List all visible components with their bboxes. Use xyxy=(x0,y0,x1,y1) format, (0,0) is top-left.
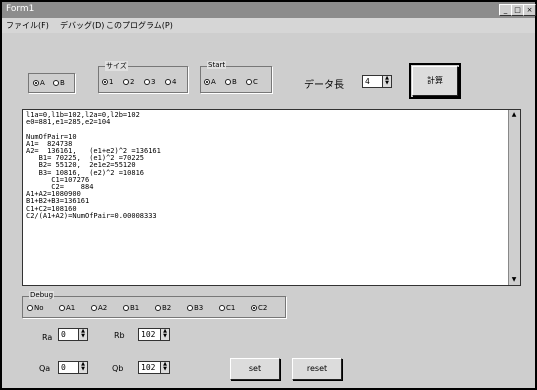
radio-dot xyxy=(102,79,108,85)
radio-dot xyxy=(53,80,59,86)
output-line: e0=881,e1=285,e2=104 xyxy=(26,118,111,127)
output-line: C2/(A1+A2)=NumOfPair=0.00008333 xyxy=(26,211,157,220)
ra-spinner[interactable]: 0 ▲ ▼ xyxy=(58,328,88,341)
reset-button[interactable]: reset xyxy=(292,358,342,380)
calc-button[interactable]: 計算 xyxy=(409,63,461,99)
start-group: Start A B C xyxy=(200,61,272,93)
qa-label: Qa xyxy=(39,364,51,373)
radio-label: 3 xyxy=(151,78,156,86)
debug-radio-a2[interactable]: A2 xyxy=(91,304,107,312)
start-radio-b[interactable]: B xyxy=(225,78,237,86)
radio-label: B xyxy=(60,79,65,87)
scroll-down-icon[interactable]: ▼ xyxy=(510,276,518,284)
spinner-arrows-icon[interactable]: ▲ ▼ xyxy=(78,362,87,373)
radio-label: A2 xyxy=(98,304,108,312)
debug-group: Debug No A1 A2 B1 B2 B3 C1 C2 xyxy=(22,291,286,318)
size-radio-3[interactable]: 3 xyxy=(144,78,155,86)
output-scrollbar[interactable]: ▲ ▼ xyxy=(508,110,520,285)
close-button[interactable]: × xyxy=(523,4,536,16)
rb-spinner[interactable]: 102 ▲ ▼ xyxy=(138,328,170,341)
ra-value: 0 xyxy=(61,330,66,339)
spinner-arrows-icon[interactable]: ▲ ▼ xyxy=(78,329,87,340)
radio-label: C xyxy=(253,78,258,86)
data-length-value: 4 xyxy=(365,77,370,86)
menu-debug[interactable]: デバッグ(D) xyxy=(60,20,104,31)
rb-value: 102 xyxy=(141,330,156,339)
qb-label: Qb xyxy=(112,364,124,373)
rb-label: Rb xyxy=(114,331,125,340)
radio-dot xyxy=(59,305,65,311)
radio-label: A1 xyxy=(66,304,76,312)
mode-radio-a[interactable]: A xyxy=(33,79,45,87)
debug-radio-b1[interactable]: B1 xyxy=(123,304,139,312)
radio-label: C2 xyxy=(258,304,268,312)
radio-dot xyxy=(27,305,33,311)
spinner-arrows-icon[interactable]: ▲ ▼ xyxy=(382,76,391,87)
mode-group: A B xyxy=(28,73,75,93)
debug-radio-a1[interactable]: A1 xyxy=(59,304,75,312)
size-radio-4[interactable]: 4 xyxy=(165,78,176,86)
qa-spinner[interactable]: 0 ▲ ▼ xyxy=(58,361,88,374)
debug-group-label: Debug xyxy=(29,291,55,299)
radio-label: No xyxy=(34,304,44,312)
radio-dot xyxy=(123,305,129,311)
radio-dot xyxy=(251,305,257,311)
radio-dot xyxy=(33,80,39,86)
radio-label: 1 xyxy=(109,78,114,86)
title-bar: Form1 _ □ × xyxy=(2,2,536,18)
debug-radio-b2[interactable]: B2 xyxy=(155,304,171,312)
set-button[interactable]: set xyxy=(230,358,280,380)
radio-label: A xyxy=(211,78,216,86)
output-text: l1a=0,l1b=102,l2a=0,l2b=102 e0=881,e1=28… xyxy=(23,110,520,222)
debug-radio-c2[interactable]: C2 xyxy=(251,304,267,312)
size-group: サイズ 1 2 3 4 xyxy=(98,61,188,93)
menu-program[interactable]: このプログラム(P) xyxy=(106,20,173,31)
data-length-spinner[interactable]: 4 ▲ ▼ xyxy=(362,75,392,88)
radio-label: 4 xyxy=(172,78,177,86)
radio-dot xyxy=(246,79,252,85)
spinner-arrows-icon[interactable]: ▲ ▼ xyxy=(160,329,169,340)
radio-dot xyxy=(219,305,225,311)
radio-dot xyxy=(204,79,210,85)
radio-label: 2 xyxy=(130,78,135,86)
radio-dot xyxy=(165,79,171,85)
start-group-label: Start xyxy=(207,61,227,69)
menu-file[interactable]: ファイル(F) xyxy=(6,20,49,31)
radio-dot xyxy=(123,79,129,85)
radio-label: A xyxy=(40,79,45,87)
main-window: Form1 _ □ × ファイル(F) デバッグ(D) このプログラム(P) A… xyxy=(0,0,537,390)
radio-label: B xyxy=(232,78,237,86)
ra-label: Ra xyxy=(42,333,53,342)
qa-value: 0 xyxy=(61,363,66,372)
size-radio-2[interactable]: 2 xyxy=(123,78,134,86)
radio-label: B3 xyxy=(194,304,204,312)
size-group-label: サイズ xyxy=(105,61,128,71)
radio-dot xyxy=(155,305,161,311)
qb-spinner[interactable]: 102 ▲ ▼ xyxy=(138,361,170,374)
scroll-up-icon[interactable]: ▲ xyxy=(510,111,518,119)
start-radio-a[interactable]: A xyxy=(204,78,216,86)
debug-radio-no[interactable]: No xyxy=(27,304,44,312)
mode-radio-b[interactable]: B xyxy=(53,79,65,87)
output-textarea[interactable]: l1a=0,l1b=102,l2a=0,l2b=102 e0=881,e1=28… xyxy=(22,109,521,286)
radio-label: B2 xyxy=(162,304,172,312)
data-length-label: データ長 xyxy=(304,80,344,91)
menu-bar: ファイル(F) デバッグ(D) このプログラム(P) xyxy=(2,18,535,33)
qb-value: 102 xyxy=(141,363,156,372)
radio-label: C1 xyxy=(226,304,236,312)
radio-label: B1 xyxy=(130,304,140,312)
radio-dot xyxy=(225,79,231,85)
spinner-arrows-icon[interactable]: ▲ ▼ xyxy=(160,362,169,373)
size-radio-1[interactable]: 1 xyxy=(102,78,113,86)
debug-radio-b3[interactable]: B3 xyxy=(187,304,203,312)
debug-radio-c1[interactable]: C1 xyxy=(219,304,235,312)
radio-dot xyxy=(187,305,193,311)
start-radio-c[interactable]: C xyxy=(246,78,258,86)
radio-dot xyxy=(91,305,97,311)
window-title: Form1 xyxy=(6,4,35,14)
radio-dot xyxy=(144,79,150,85)
